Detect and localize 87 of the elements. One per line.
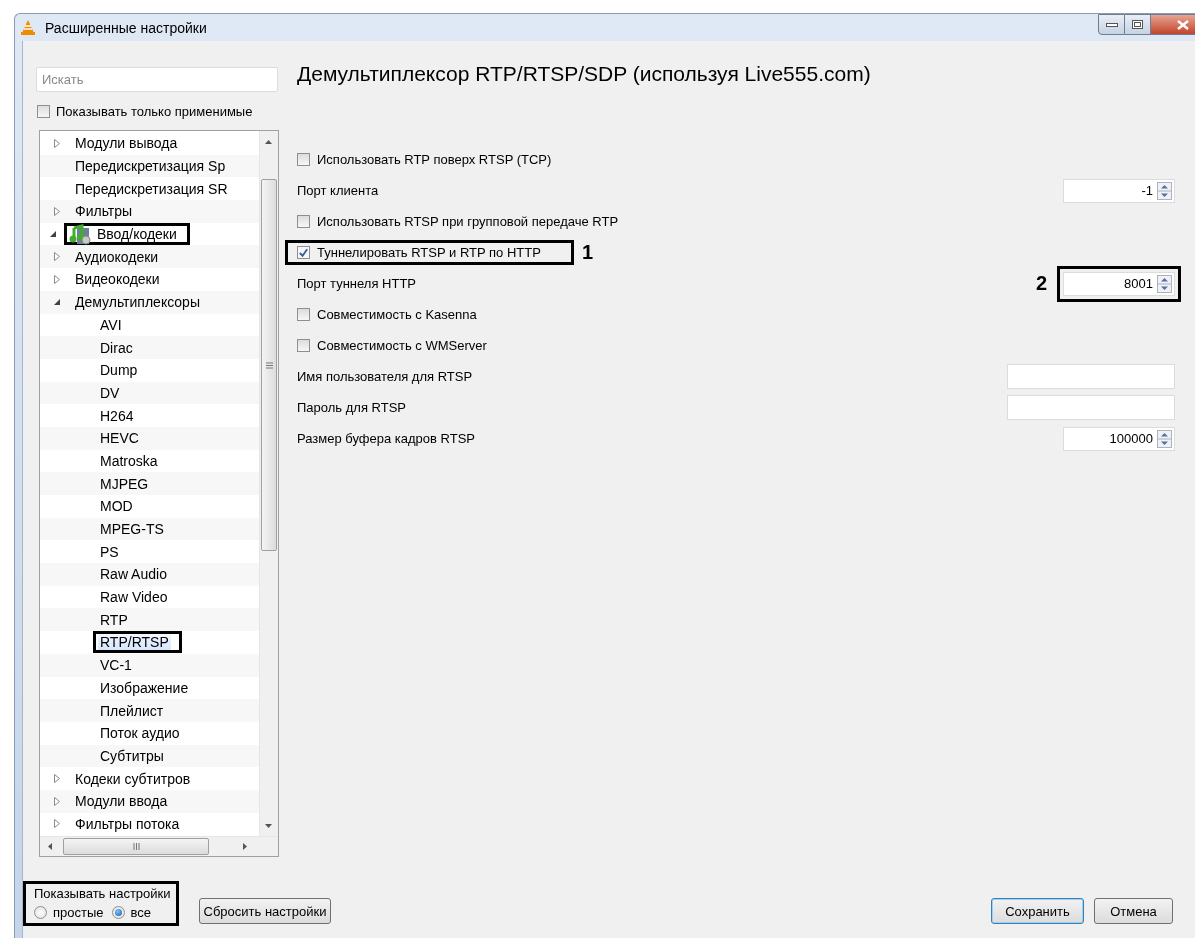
music-note-gear-icon: [69, 223, 91, 245]
grip-icon: [265, 361, 273, 369]
expand-arrow-icon[interactable]: [53, 819, 61, 829]
expand-arrow-icon[interactable]: [53, 252, 61, 262]
tree-item[interactable]: Raw Video: [98, 589, 170, 606]
close-icon: [1176, 19, 1189, 30]
minimize-icon: [1105, 22, 1118, 27]
cancel-button[interactable]: Отмена: [1094, 898, 1173, 924]
scroll-thumb[interactable]: [261, 179, 277, 551]
callout-number: 1: [581, 241, 593, 264]
field-label: Порт клиента: [297, 183, 379, 198]
spinner-arrows-icon[interactable]: [1157, 181, 1172, 200]
expand-arrow-icon[interactable]: [53, 138, 61, 148]
tree-item[interactable]: VC-1: [98, 657, 134, 674]
checkbox-label: Совместимость с WMServer: [317, 338, 487, 353]
spin-box[interactable]: 8001: [1063, 271, 1175, 296]
checkbox[interactable]: [297, 339, 310, 352]
tree-item[interactable]: Ввод/кодеки: [95, 226, 179, 243]
checkbox-label: Туннелировать RTSP и RTP по HTTP: [317, 245, 541, 260]
tree-item[interactable]: Фильтры потока: [73, 815, 182, 832]
field-label: Размер буфера кадров RTSP: [297, 431, 475, 446]
tree-item[interactable]: Поток аудио: [98, 725, 182, 742]
tree-item[interactable]: Dump: [98, 362, 140, 379]
field-label: Пароль для RTSP: [297, 400, 406, 415]
tree-item[interactable]: AVI: [98, 316, 124, 333]
checkbox[interactable]: [297, 246, 310, 259]
expand-arrow-icon[interactable]: [53, 796, 61, 806]
tree-item[interactable]: RTP/RTSP: [98, 634, 171, 651]
tree-item[interactable]: DV: [98, 384, 122, 401]
checkbox-label: Использовать RTSP при групповой передаче RTP: [317, 214, 619, 229]
maximize-button[interactable]: [1125, 14, 1151, 35]
scroll-right-icon[interactable]: [242, 842, 248, 851]
check-icon: [298, 246, 309, 259]
field-label: Порт туннеля HTTP: [297, 276, 417, 291]
grip-icon: [132, 843, 140, 850]
expand-arrow-icon[interactable]: [53, 274, 61, 284]
tree-item[interactable]: HEVC: [98, 430, 141, 447]
checkbox-label: Использовать RTP поверх RTSP (TCP): [317, 152, 552, 167]
window-title: Расширенные настройки: [45, 19, 207, 36]
checkbox[interactable]: [37, 104, 50, 118]
field-label: Имя пользователя для RTSP: [297, 369, 473, 384]
input-field[interactable]: [1007, 395, 1175, 420]
collapse-arrow-icon[interactable]: [49, 230, 57, 239]
minimize-button[interactable]: [1098, 14, 1125, 35]
horizontal-scrollbar[interactable]: [40, 836, 278, 856]
checkbox-label: Показывать только применимые: [56, 103, 253, 119]
search-field[interactable]: Искать: [36, 67, 278, 92]
spinner-arrows-icon[interactable]: [1157, 429, 1172, 448]
spin-box[interactable]: 100000: [1063, 426, 1175, 451]
expand-arrow-icon[interactable]: [53, 774, 61, 784]
tree-item[interactable]: Matroska: [98, 452, 160, 469]
scroll-up-icon[interactable]: [264, 139, 273, 145]
checkbox[interactable]: [297, 153, 310, 166]
input-field[interactable]: [1007, 364, 1175, 389]
expand-arrow-icon[interactable]: [53, 206, 61, 216]
tree-item[interactable]: Видеокодеки: [73, 271, 162, 288]
scroll-thumb[interactable]: [63, 838, 209, 855]
tree-item[interactable]: Кодеки субтитров: [73, 770, 193, 787]
tree-item[interactable]: Dirac: [98, 339, 135, 356]
tree-item[interactable]: Передискретизация SR: [73, 180, 230, 197]
maximize-icon: [1132, 20, 1143, 29]
checkbox[interactable]: [297, 308, 310, 321]
tree-item[interactable]: MOD: [98, 498, 135, 515]
reset-button[interactable]: Сбросить настройки: [198, 898, 332, 924]
vertical-scrollbar[interactable]: [259, 131, 278, 837]
scroll-down-icon[interactable]: [264, 823, 273, 829]
spin-box[interactable]: -1: [1063, 178, 1175, 203]
page-heading: Демультиплексор RTP/RTSP/SDP (используя Live555.com): [297, 62, 872, 87]
tree-item[interactable]: Модули вывода: [73, 135, 180, 152]
scroll-left-icon[interactable]: [47, 842, 53, 851]
save-button[interactable]: Сохранить: [991, 898, 1084, 924]
tree-item[interactable]: Изображение: [98, 679, 191, 696]
radio-button[interactable]: [34, 906, 47, 919]
tree-item[interactable]: RTP: [98, 611, 130, 628]
traffic-cone-icon: [19, 19, 37, 36]
spinner-arrows-icon[interactable]: [1157, 274, 1172, 293]
checkbox[interactable]: [297, 215, 310, 228]
tree-item[interactable]: H264: [98, 407, 136, 424]
radio-label: простые: [53, 905, 104, 920]
collapse-arrow-icon[interactable]: [53, 298, 61, 307]
group-title: Показывать настройки: [34, 886, 171, 901]
checkbox-label: Совместимость с Kasenna: [317, 307, 477, 322]
callout-number: 2: [1035, 272, 1047, 295]
radio-label: все: [130, 905, 152, 920]
tree-item[interactable]: MJPEG: [98, 475, 151, 492]
radio-button[interactable]: [111, 906, 125, 919]
tree-item[interactable]: PS: [98, 543, 121, 560]
